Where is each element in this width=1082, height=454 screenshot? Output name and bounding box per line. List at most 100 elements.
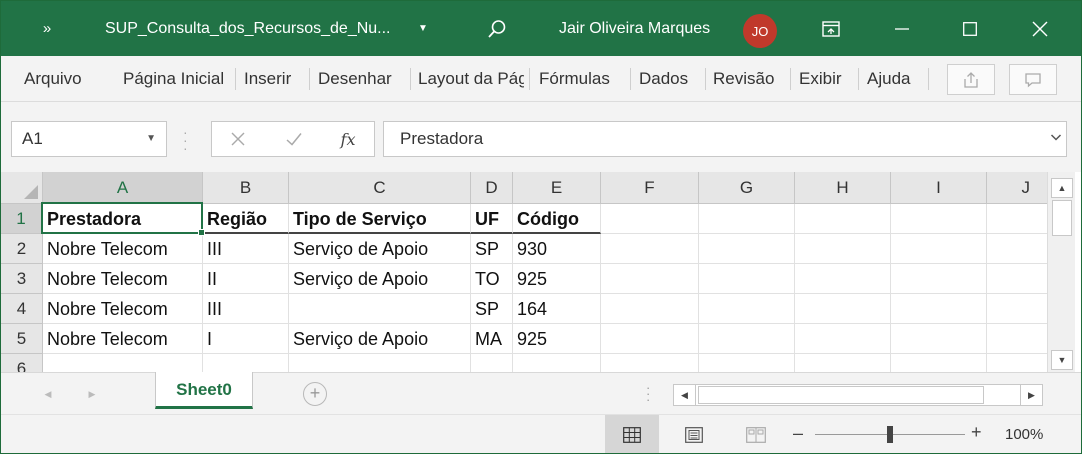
cell-j2[interactable]: [987, 234, 1047, 264]
column-header-f[interactable]: F: [601, 172, 699, 204]
cell-h4[interactable]: [795, 294, 891, 324]
sheet-tab[interactable]: Sheet0: [155, 372, 253, 409]
cell-i6[interactable]: [891, 354, 987, 372]
row-header-2[interactable]: 2: [1, 234, 43, 264]
cell-d5[interactable]: MA: [471, 324, 513, 354]
cell-a6[interactable]: [43, 354, 203, 372]
row-header-3[interactable]: 3: [1, 264, 43, 294]
tab-dados[interactable]: Dados: [639, 56, 701, 102]
name-box[interactable]: A1 ▼: [11, 121, 167, 157]
cell-j5[interactable]: [987, 324, 1047, 354]
tab-layout-da-pagina[interactable]: Layout da Página: [418, 56, 524, 102]
cell-b5[interactable]: I: [203, 324, 289, 354]
cell-f6[interactable]: [601, 354, 699, 372]
cell-g6[interactable]: [699, 354, 795, 372]
cell-h5[interactable]: [795, 324, 891, 354]
cell-b1[interactable]: Região: [203, 204, 289, 234]
ribbon-display-options-button[interactable]: [811, 1, 851, 56]
confirm-entry-button[interactable]: [274, 122, 314, 156]
cell-g1[interactable]: [699, 204, 795, 234]
cell-c2[interactable]: Serviço de Apoio: [289, 234, 471, 264]
cell-i5[interactable]: [891, 324, 987, 354]
cell-i1[interactable]: [891, 204, 987, 234]
cell-b4[interactable]: III: [203, 294, 289, 324]
cell-e1[interactable]: Código: [513, 204, 601, 234]
comments-button[interactable]: [1009, 64, 1057, 95]
cell-b3[interactable]: II: [203, 264, 289, 294]
cell-g5[interactable]: [699, 324, 795, 354]
tab-split-grip-icon[interactable]: · · ·: [646, 381, 650, 406]
cell-c5[interactable]: Serviço de Apoio: [289, 324, 471, 354]
zoom-out-button[interactable]: –: [793, 423, 803, 444]
cell-c1[interactable]: Tipo de Serviço: [289, 204, 471, 234]
fill-handle[interactable]: [198, 229, 205, 236]
cell-f4[interactable]: [601, 294, 699, 324]
column-header-g[interactable]: G: [699, 172, 795, 204]
tab-exibir[interactable]: Exibir: [799, 56, 853, 102]
column-header-e[interactable]: E: [513, 172, 601, 204]
cell-f1[interactable]: [601, 204, 699, 234]
cell-h6[interactable]: [795, 354, 891, 372]
cancel-entry-button[interactable]: [218, 122, 258, 156]
cell-b6[interactable]: [203, 354, 289, 372]
cell-j3[interactable]: [987, 264, 1047, 294]
close-button[interactable]: [1017, 1, 1063, 56]
cell-g4[interactable]: [699, 294, 795, 324]
scroll-down-icon[interactable]: ▼: [1051, 350, 1073, 370]
row-header-6[interactable]: 6: [1, 354, 43, 372]
minimize-button[interactable]: [879, 1, 925, 56]
tab-formulas[interactable]: Fórmulas: [539, 56, 625, 102]
tab-revisao[interactable]: Revisão: [713, 56, 785, 102]
insert-function-button[interactable]: fx: [328, 122, 368, 156]
row-header-4[interactable]: 4: [1, 294, 43, 324]
cell-a4[interactable]: Nobre Telecom: [43, 294, 203, 324]
scroll-up-icon[interactable]: ▲: [1051, 178, 1073, 198]
row-header-1[interactable]: 1: [1, 204, 43, 234]
cell-i4[interactable]: [891, 294, 987, 324]
prev-sheet-icon[interactable]: ◀: [37, 383, 59, 405]
cell-i3[interactable]: [891, 264, 987, 294]
page-break-preview-button[interactable]: [729, 415, 783, 453]
add-sheet-button[interactable]: +: [303, 382, 327, 406]
formula-bar-grip-icon[interactable]: · · ·: [183, 125, 188, 155]
expand-formula-bar-icon[interactable]: [1050, 122, 1062, 156]
page-layout-view-button[interactable]: [667, 415, 721, 453]
column-header-b[interactable]: B: [203, 172, 289, 204]
tab-arquivo[interactable]: Arquivo: [24, 56, 96, 102]
column-header-d[interactable]: D: [471, 172, 513, 204]
cell-d1[interactable]: UF: [471, 204, 513, 234]
tab-pagina-inicial[interactable]: Página Inicial: [123, 56, 229, 102]
maximize-button[interactable]: [947, 1, 993, 56]
cell-a2[interactable]: Nobre Telecom: [43, 234, 203, 264]
cell-b2[interactable]: III: [203, 234, 289, 264]
cell-h1[interactable]: [795, 204, 891, 234]
column-header-h[interactable]: H: [795, 172, 891, 204]
cell-d3[interactable]: TO: [471, 264, 513, 294]
normal-view-button[interactable]: [605, 415, 659, 453]
column-header-c[interactable]: C: [289, 172, 471, 204]
cell-a5[interactable]: Nobre Telecom: [43, 324, 203, 354]
quick-access-more-button[interactable]: »: [31, 1, 63, 56]
column-header-a[interactable]: A: [43, 172, 203, 204]
scroll-left-icon[interactable]: ◀: [674, 385, 696, 405]
column-header-i[interactable]: I: [891, 172, 987, 204]
row-header-5[interactable]: 5: [1, 324, 43, 354]
cell-h2[interactable]: [795, 234, 891, 264]
cell-c6[interactable]: [289, 354, 471, 372]
cell-d6[interactable]: [471, 354, 513, 372]
cell-c4[interactable]: [289, 294, 471, 324]
avatar[interactable]: JO: [743, 14, 777, 48]
cell-f5[interactable]: [601, 324, 699, 354]
cell-j6[interactable]: [987, 354, 1047, 372]
cell-e2[interactable]: 930: [513, 234, 601, 264]
cell-j4[interactable]: [987, 294, 1047, 324]
zoom-level[interactable]: 100%: [1005, 415, 1043, 453]
user-name[interactable]: Jair Oliveira Marques: [559, 1, 710, 56]
worksheet-grid[interactable]: A B C D E F G H I J 1 2 3 4 5 6 Prestado…: [1, 172, 1047, 372]
cell-j1[interactable]: [987, 204, 1047, 234]
zoom-in-button[interactable]: +: [971, 422, 982, 443]
document-title[interactable]: SUP_Consulta_dos_Recursos_de_Nu...: [105, 1, 391, 56]
cell-f2[interactable]: [601, 234, 699, 264]
cell-a1[interactable]: Prestadora: [43, 204, 203, 234]
cell-e6[interactable]: [513, 354, 601, 372]
